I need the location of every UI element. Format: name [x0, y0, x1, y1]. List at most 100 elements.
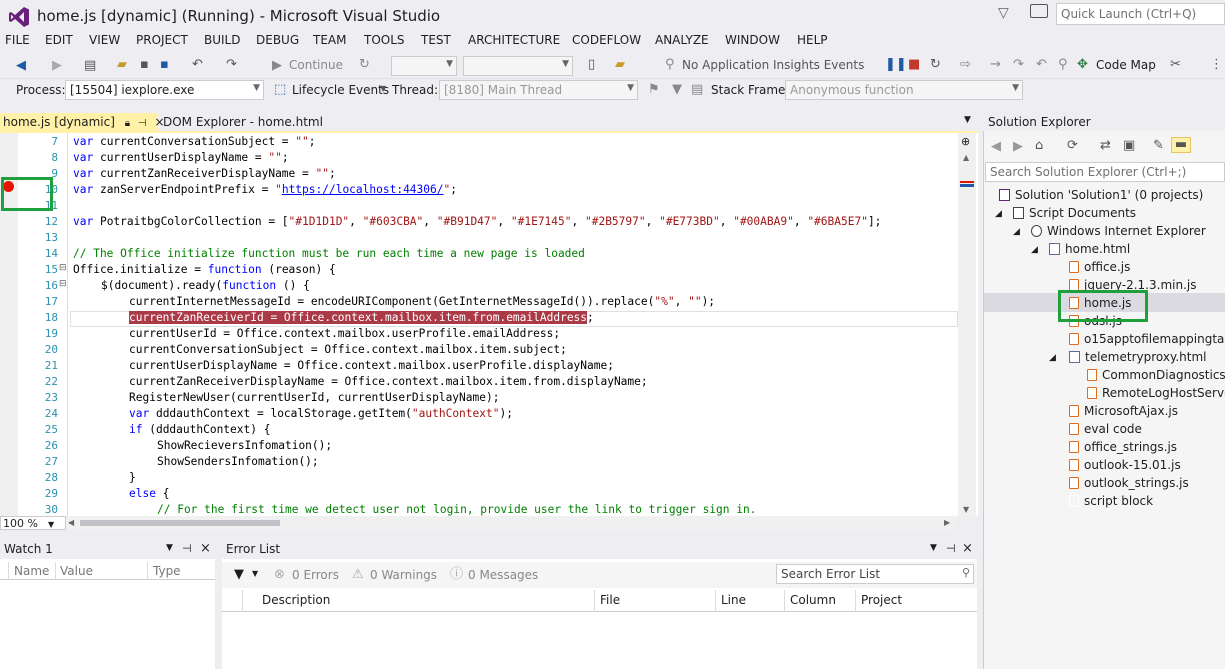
code-map-icon[interactable]: ✥ [1077, 58, 1088, 71]
editor-vertical-scrollbar[interactable]: ⊕ ▲ ▼ [958, 133, 976, 518]
navigate-forward-icon[interactable]: ▶ [52, 59, 62, 72]
thread-filter-icon[interactable]: ▼ [672, 83, 682, 96]
step-out-icon[interactable]: ↶ [1036, 58, 1047, 71]
attach-icon[interactable]: ▯ [588, 58, 595, 71]
menu-codeflow[interactable]: CODEFLOW [572, 33, 641, 47]
pending-changes-filter-icon[interactable]: ⟳ [1067, 139, 1078, 152]
column-header-type[interactable]: Type [153, 564, 181, 578]
error-list-search-input[interactable]: Search Error List ⚲ [776, 564, 974, 584]
column-header-project[interactable]: Project [861, 593, 902, 607]
window-position-dropdown-icon[interactable]: ▼ [166, 543, 173, 553]
navigate-back-icon[interactable]: ◀ [16, 59, 26, 72]
tree-node-commondiagnostics[interactable]: CommonDiagnosticsS [1087, 368, 1225, 382]
continue-icon[interactable]: ▶ [272, 59, 282, 72]
show-next-statement-icon[interactable]: ⇨ [960, 58, 971, 71]
tree-node-remoteloghostserver[interactable]: RemoteLogHostServer [1087, 386, 1225, 400]
menu-help[interactable]: HELP [797, 33, 828, 47]
menu-team[interactable]: TEAM [313, 33, 346, 47]
menu-tools[interactable]: TOOLS [364, 33, 405, 47]
flag-thread-icon[interactable]: ⚑ [648, 83, 660, 96]
column-header-file[interactable]: File [600, 593, 620, 607]
tree-node-outlook-15-01-js[interactable]: outlook-15.01.js [1069, 458, 1181, 472]
close-icon[interactable]: × [200, 541, 211, 556]
scroll-up-icon[interactable]: ▲ [963, 153, 969, 162]
properties-icon[interactable]: ✎ [1153, 139, 1164, 152]
forward-icon[interactable]: ▶ [1013, 140, 1023, 153]
break-all-icon[interactable]: ❚❚ [885, 58, 907, 71]
continue-button[interactable]: Continue [289, 58, 343, 72]
menu-analyze[interactable]: ANALYZE [655, 33, 709, 47]
tree-node-windows-internet-explorer[interactable]: Windows Internet Explorer [1031, 224, 1206, 238]
messages-filter-button[interactable]: 0 Messages [468, 568, 538, 582]
tab-home-js[interactable]: home.js [dynamic] 🔒︎ ⊣ × [0, 113, 165, 131]
scope-dropdown-icon[interactable]: ▼ [252, 570, 258, 578]
column-header-column[interactable]: Column [790, 593, 836, 607]
menu-project[interactable]: PROJECT [136, 33, 188, 47]
collapse-all-icon[interactable]: ▣ [1123, 139, 1135, 152]
stack-frame-select[interactable]: Anonymous function ▼ [785, 80, 1023, 100]
window-position-dropdown-icon[interactable]: ▼ [930, 543, 937, 553]
tree-node-script-block[interactable]: script block [1069, 494, 1153, 508]
errors-filter-button[interactable]: 0 Errors [292, 568, 339, 582]
expand-arrow-icon[interactable]: ◢ [1031, 245, 1038, 255]
show-flagged-threads-icon[interactable]: ▤ [691, 83, 703, 96]
solution-platform-select[interactable]: ▼ [463, 56, 573, 76]
tab-pin-icon[interactable]: ⊣ [138, 118, 147, 129]
menu-file[interactable]: FILE [5, 33, 30, 47]
localhost-link[interactable]: https://localhost:44306/ [282, 183, 444, 196]
tree-node-telemetryproxy-html[interactable]: telemetryproxy.html [1069, 350, 1207, 364]
stop-debugging-icon[interactable]: ■ [908, 58, 920, 71]
expand-arrow-icon[interactable]: ◢ [995, 209, 1002, 219]
tree-node-office-strings-js[interactable]: office_strings.js [1069, 440, 1177, 454]
save-all-icon[interactable]: ▪ [160, 58, 169, 71]
solution-configuration-select[interactable]: ▼ [391, 56, 457, 76]
toolbar-options-icon[interactable]: ✂ [1170, 58, 1181, 71]
tree-node-outlook-strings-js[interactable]: outlook_strings.js [1069, 476, 1189, 490]
feedback-icon[interactable] [1030, 4, 1048, 18]
new-project-icon[interactable]: ▤ [84, 59, 96, 72]
menu-build[interactable]: BUILD [204, 33, 240, 47]
tree-node-office-js[interactable]: office.js [1069, 260, 1130, 274]
split-editor-icon[interactable]: ⊕ [961, 135, 970, 148]
menu-architecture[interactable]: ARCHITECTURE [468, 33, 560, 47]
scroll-right-icon[interactable]: ▶ [944, 518, 950, 527]
tree-node-microsoftajax-js[interactable]: MicrosoftAjax.js [1069, 404, 1178, 418]
menu-view[interactable]: VIEW [89, 33, 120, 47]
tree-node-script-documents[interactable]: Script Documents [1013, 206, 1136, 220]
close-icon[interactable]: × [962, 541, 973, 556]
scope-filter-icon[interactable]: ▼ [234, 568, 244, 581]
back-icon[interactable]: ◀ [991, 140, 1001, 153]
step-over-icon[interactable]: ↷ [1013, 58, 1024, 71]
thread-select[interactable]: [8180] Main Thread ▼ [439, 80, 638, 100]
auto-hide-pin-icon[interactable]: ⊣ [182, 542, 192, 555]
menu-window[interactable]: WINDOW [725, 33, 780, 47]
horizontal-scroll-thumb[interactable] [80, 520, 280, 526]
undo-icon[interactable]: ↶ [192, 58, 203, 71]
restart-icon[interactable]: ↻ [359, 58, 370, 71]
notification-filter-icon[interactable]: ▽ [998, 5, 1009, 21]
menu-test[interactable]: TEST [421, 33, 451, 47]
solution-search-input[interactable]: Search Solution Explorer (Ctrl+;) [985, 162, 1225, 182]
restart-debugging-icon[interactable]: ↻ [930, 58, 941, 71]
tab-list-dropdown-icon[interactable]: ▼ [964, 115, 971, 125]
code-map-button[interactable]: Code Map [1096, 58, 1156, 72]
tree-node-eval-code[interactable]: eval code [1069, 422, 1142, 436]
find-in-files-icon[interactable]: ▰ [615, 58, 625, 71]
menu-debug[interactable]: DEBUG [256, 33, 299, 47]
column-header-description[interactable]: Description [262, 593, 330, 607]
lifecycle-dropdown-icon[interactable]: ▼ [380, 85, 386, 93]
home-icon[interactable]: ⌂ [1035, 139, 1043, 152]
column-header-value[interactable]: Value [60, 564, 93, 578]
scroll-down-icon[interactable]: ▼ [963, 505, 969, 514]
warnings-filter-button[interactable]: 0 Warnings [370, 568, 437, 582]
zoom-level-select[interactable]: 100 % ▼ [0, 516, 66, 530]
tree-node-solution[interactable]: Solution 'Solution1' (0 projects) [999, 188, 1203, 202]
scroll-left-icon[interactable]: ◀ [68, 518, 74, 527]
outline-collapse-icon[interactable]: ⊟ [59, 279, 67, 289]
diagnostic-tools-icon[interactable]: ⚲ [1058, 58, 1068, 71]
preview-selected-items-icon[interactable]: ▬ [1171, 137, 1191, 153]
lifecycle-events-button[interactable]: Lifecycle Events [292, 83, 389, 97]
tree-node-o15apptofilemappingtable[interactable]: o15apptofilemappingtable [1069, 332, 1225, 346]
save-icon[interactable]: ▪ [140, 58, 149, 71]
tab-dom-explorer[interactable]: DOM Explorer - home.html [160, 113, 348, 131]
